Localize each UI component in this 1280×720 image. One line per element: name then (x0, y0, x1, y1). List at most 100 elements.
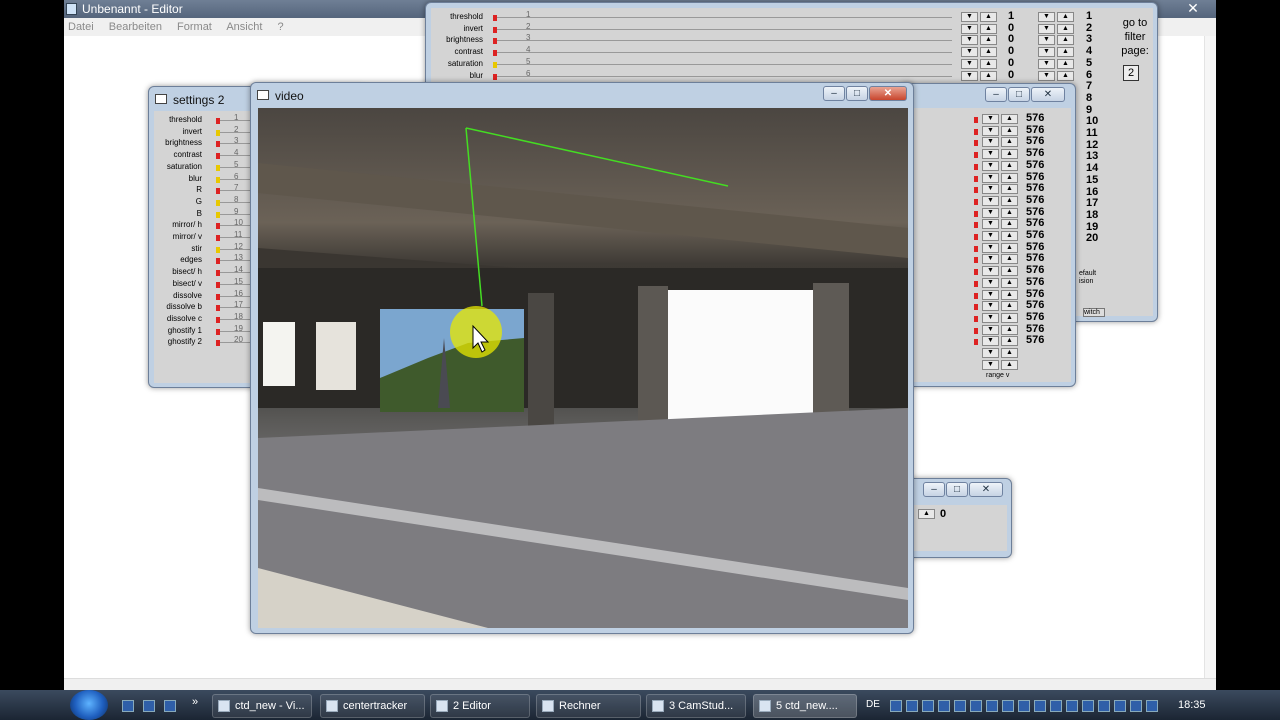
app-icon (218, 700, 230, 712)
maximize-icon[interactable]: □ (846, 86, 868, 101)
slider-handle[interactable] (216, 118, 220, 124)
slider-handle[interactable] (216, 153, 220, 160)
slider-handle[interactable] (216, 176, 220, 183)
menu-datei[interactable]: Datei (68, 21, 94, 33)
slider-handle[interactable] (216, 223, 220, 230)
tray-icon[interactable] (938, 700, 950, 712)
slider-track[interactable] (497, 63, 952, 65)
slider-track[interactable] (497, 75, 952, 77)
slider-handle[interactable] (216, 270, 220, 277)
slider-track[interactable] (497, 52, 952, 54)
more-icon[interactable]: » (192, 696, 198, 708)
slider-handle[interactable] (216, 164, 220, 171)
taskbar-item-label: 3 CamStud... (669, 700, 734, 712)
taskbar-item-label: 5 ctd_new.... (776, 700, 838, 712)
show-desktop-icon[interactable] (122, 700, 134, 712)
tray-icon[interactable] (1114, 700, 1126, 712)
row-number: 6 (234, 171, 239, 181)
menu-bearbeiten[interactable]: Bearbeiten (109, 21, 162, 33)
tray-icon[interactable] (986, 700, 998, 712)
slider-handle[interactable] (493, 15, 497, 21)
tray-icon[interactable] (922, 700, 934, 712)
notepad-vertical-scrollbar[interactable] (1204, 36, 1216, 678)
video-feed[interactable] (258, 108, 908, 628)
slider-handle[interactable] (493, 26, 497, 33)
taskbar-item[interactable]: 3 CamStud... (646, 694, 746, 718)
slider-handle[interactable] (216, 258, 220, 265)
slider-handle[interactable] (216, 281, 220, 288)
slider-handle[interactable] (216, 188, 220, 195)
row-number: 5 (234, 159, 239, 169)
tray-icon[interactable] (890, 700, 902, 712)
row-number: 12 (234, 241, 243, 251)
tray-icon[interactable] (1050, 700, 1062, 712)
row-number: 20 (234, 335, 243, 345)
calculator-icon (542, 700, 554, 712)
filter-label: threshold (169, 115, 202, 124)
slider-handle[interactable] (216, 199, 220, 206)
slider-track[interactable] (497, 40, 952, 42)
menu-format[interactable]: Format (177, 21, 212, 33)
notepad-title: Unbenannt - Editor (82, 2, 183, 16)
video-title: video (275, 89, 304, 103)
tray-icon[interactable] (1098, 700, 1110, 712)
taskbar-item-label: Rechner (559, 700, 601, 712)
row-number: 7 (234, 183, 239, 193)
slider-handle[interactable] (493, 73, 497, 80)
row-number: 2 (526, 21, 531, 31)
slider-handle[interactable] (216, 246, 220, 253)
slider-handle[interactable] (216, 328, 220, 335)
filter-label: contrast (173, 150, 202, 160)
tray-icon[interactable] (1082, 700, 1094, 712)
tray-icon[interactable] (1146, 700, 1158, 712)
menu-ansicht[interactable]: Ansicht (226, 21, 262, 33)
slider-handle[interactable] (216, 235, 220, 241)
filter-label: ghostify 2 (167, 337, 202, 347)
filter-label: dissolve c (166, 313, 202, 323)
slider-handle[interactable] (216, 211, 220, 218)
taskbar-item[interactable]: ctd_new - Vi... (212, 694, 312, 718)
slider-handle[interactable] (493, 38, 497, 45)
explorer-icon[interactable] (143, 700, 155, 712)
slider-handle[interactable] (216, 141, 220, 148)
slider-handle[interactable] (493, 50, 497, 57)
filter-label: invert (182, 126, 202, 136)
slider-handle[interactable] (493, 61, 497, 68)
tray-icon[interactable] (1066, 700, 1078, 712)
row-number: 5 (526, 56, 531, 66)
taskbar-item[interactable]: 2 Editor (430, 694, 530, 718)
filter-label: blur (188, 173, 202, 183)
taskbar-item[interactable]: Rechner (536, 694, 641, 718)
row-number: 6 (526, 68, 531, 78)
opening-bright (668, 290, 813, 435)
close-icon[interactable]: ✕ (1170, 0, 1216, 16)
tray-icon[interactable] (1002, 700, 1014, 712)
taskbar-item[interactable]: centertracker (320, 694, 425, 718)
menu-help[interactable]: ? (277, 21, 283, 33)
clock[interactable]: 18:35 (1178, 699, 1206, 711)
start-button[interactable] (70, 690, 108, 720)
taskbar-item-label: centertracker (343, 700, 408, 712)
pillar (528, 293, 554, 433)
tray-icon[interactable] (954, 700, 966, 712)
language-indicator[interactable]: DE (866, 699, 880, 710)
notepad-icon (436, 700, 448, 712)
tray-icon[interactable] (1018, 700, 1030, 712)
slider-handle[interactable] (216, 293, 220, 300)
tray-icon[interactable] (1130, 700, 1142, 712)
slider-handle[interactable] (216, 305, 220, 312)
slider-handle[interactable] (216, 129, 220, 136)
slider-track[interactable] (497, 17, 952, 18)
tray-icon[interactable] (970, 700, 982, 712)
app-icon (759, 700, 771, 712)
taskbar-item-label: 2 Editor (453, 700, 491, 712)
slider-handle[interactable] (216, 316, 220, 323)
taskbar-item[interactable]: 5 ctd_new.... (753, 694, 857, 718)
browser-icon[interactable] (164, 700, 176, 712)
slider-handle[interactable] (216, 340, 220, 347)
tray-icon[interactable] (906, 700, 918, 712)
filter-label: mirror/ h (172, 220, 202, 230)
minimize-icon[interactable]: – (823, 86, 845, 101)
tray-icon[interactable] (1034, 700, 1046, 712)
slider-track[interactable] (497, 28, 952, 30)
